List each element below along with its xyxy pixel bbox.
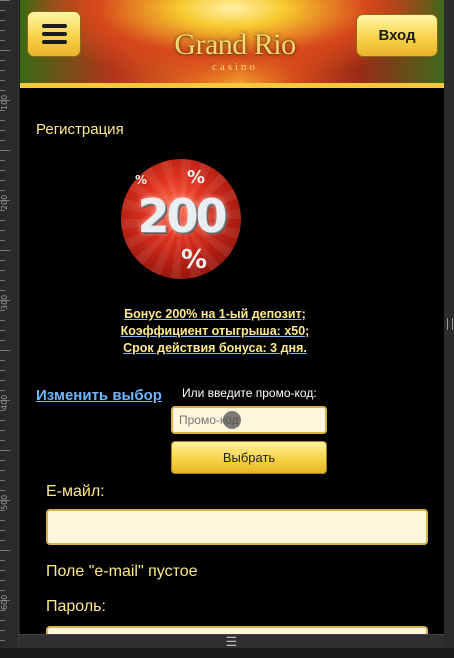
bonus-term-link[interactable]: Коэффициент отыгрыша: x50; [60, 323, 370, 340]
ruler-tick [0, 190, 5, 191]
percent-glyph: % [135, 173, 148, 187]
hamburger-icon-line [42, 40, 67, 44]
ruler-tick [0, 240, 5, 241]
ruler-tick [0, 90, 5, 91]
ruler-label: 600 [0, 594, 9, 610]
ruler-tick [0, 230, 5, 231]
ruler-tick [0, 140, 5, 141]
ruler-tick [0, 110, 5, 111]
ruler-label: 100 [0, 94, 9, 110]
change-choice-link[interactable]: Изменить выбор [36, 387, 162, 404]
ruler-tick [0, 290, 5, 291]
hamburger-icon [42, 24, 67, 28]
password-label: Пароль: [46, 598, 106, 615]
logo-subtitle: casino [211, 61, 259, 73]
ruler-tick [0, 510, 5, 511]
drag-handle-icon[interactable]: ☰ [19, 634, 444, 649]
email-error-message: Поле "e-mail" пустое [46, 563, 198, 580]
ruler-tick [0, 210, 5, 211]
ruler-label: 500 [0, 494, 9, 510]
vertical-ruler: 100 200 300 400 500 600 [0, 0, 19, 658]
ruler-tick [0, 130, 5, 131]
resize-grip-icon[interactable] [447, 318, 453, 330]
ruler-tick [0, 150, 10, 151]
ruler-tick [0, 360, 5, 361]
ruler-tick [0, 80, 5, 81]
ruler-tick [0, 250, 10, 251]
bonus-term-link[interactable]: Срок действия бонуса: 3 дня. [60, 340, 370, 357]
ruler-tick [0, 620, 5, 621]
ruler-label: 300 [0, 294, 9, 310]
bonus-value: 200 [137, 189, 227, 243]
ruler-label: 400 [0, 394, 9, 410]
ruler-tick [0, 60, 5, 61]
ruler-tick [0, 560, 5, 561]
ruler-tick [0, 340, 5, 341]
ruler-tick [0, 610, 5, 611]
ruler-tick [0, 550, 10, 551]
ruler-tick [0, 440, 5, 441]
ruler-tick [0, 0, 10, 1]
ruler-tick [0, 120, 5, 121]
ruler-tick [0, 480, 5, 481]
bonus-200-badge: % % 200 % [121, 159, 241, 279]
ruler-tick [0, 450, 10, 451]
email-label: Е-майл: [46, 483, 105, 500]
login-button[interactable]: Вход [356, 14, 438, 57]
percent-glyph: % [181, 245, 208, 275]
ruler-tick [0, 380, 5, 381]
ruler-tick [0, 420, 5, 421]
ruler-tick [0, 470, 5, 471]
ruler-tick [0, 640, 5, 641]
ruler-tick [0, 320, 5, 321]
ruler-tick [0, 630, 5, 631]
ruler-tick [0, 580, 5, 581]
registration-title: Регистрация [36, 121, 124, 138]
ruler-tick [0, 50, 10, 51]
site-header: Grand Rio casino Вход [20, 0, 444, 88]
ruler-tick [0, 590, 5, 591]
ruler-tick [0, 40, 5, 41]
ruler-tick [0, 570, 5, 571]
promo-code-label: Или введите промо-код: [182, 386, 317, 400]
choose-button[interactable]: Выбрать [171, 441, 327, 474]
ruler-tick [0, 270, 5, 271]
ruler-tick [0, 160, 5, 161]
hamburger-icon-line [42, 32, 67, 36]
ruler-tick [0, 430, 5, 431]
ruler-tick [0, 370, 5, 371]
ruler-tick [0, 310, 5, 311]
ruler-tick [0, 220, 5, 221]
ruler-tick [0, 460, 5, 461]
ruler-tick [0, 180, 5, 181]
ruler-tick [0, 170, 5, 171]
bonus-terms: Бонус 200% на 1-ый депозит; Коэффициент … [60, 306, 370, 357]
ruler-tick [0, 70, 5, 71]
ruler-tick [0, 30, 5, 31]
email-field[interactable] [46, 509, 428, 545]
percent-glyph: % [187, 167, 206, 188]
ruler-tick [0, 350, 10, 351]
ruler-tick [0, 530, 5, 531]
ruler-tick [0, 490, 5, 491]
ruler-tick [0, 10, 5, 11]
ruler-tick [0, 390, 5, 391]
ruler-tick [0, 410, 5, 411]
bottom-bar [0, 648, 454, 658]
mobile-viewport: Grand Rio casino Вход Регистрация % % 20… [20, 0, 444, 634]
ruler-tick [0, 20, 5, 21]
ruler-tick [0, 330, 5, 331]
ruler-tick [0, 260, 5, 261]
touch-cursor-icon [223, 411, 241, 429]
ruler-tick [0, 280, 5, 281]
ruler-label: 200 [0, 194, 9, 210]
logo-title[interactable]: Grand Rio [160, 28, 310, 62]
promo-code-input[interactable] [171, 406, 327, 434]
side-resize-bar[interactable] [444, 0, 454, 658]
menu-button[interactable] [27, 11, 81, 57]
password-field[interactable] [46, 626, 428, 634]
bonus-term-link[interactable]: Бонус 200% на 1-ый депозит; [60, 306, 370, 323]
ruler-tick [0, 540, 5, 541]
ruler-tick [0, 520, 5, 521]
